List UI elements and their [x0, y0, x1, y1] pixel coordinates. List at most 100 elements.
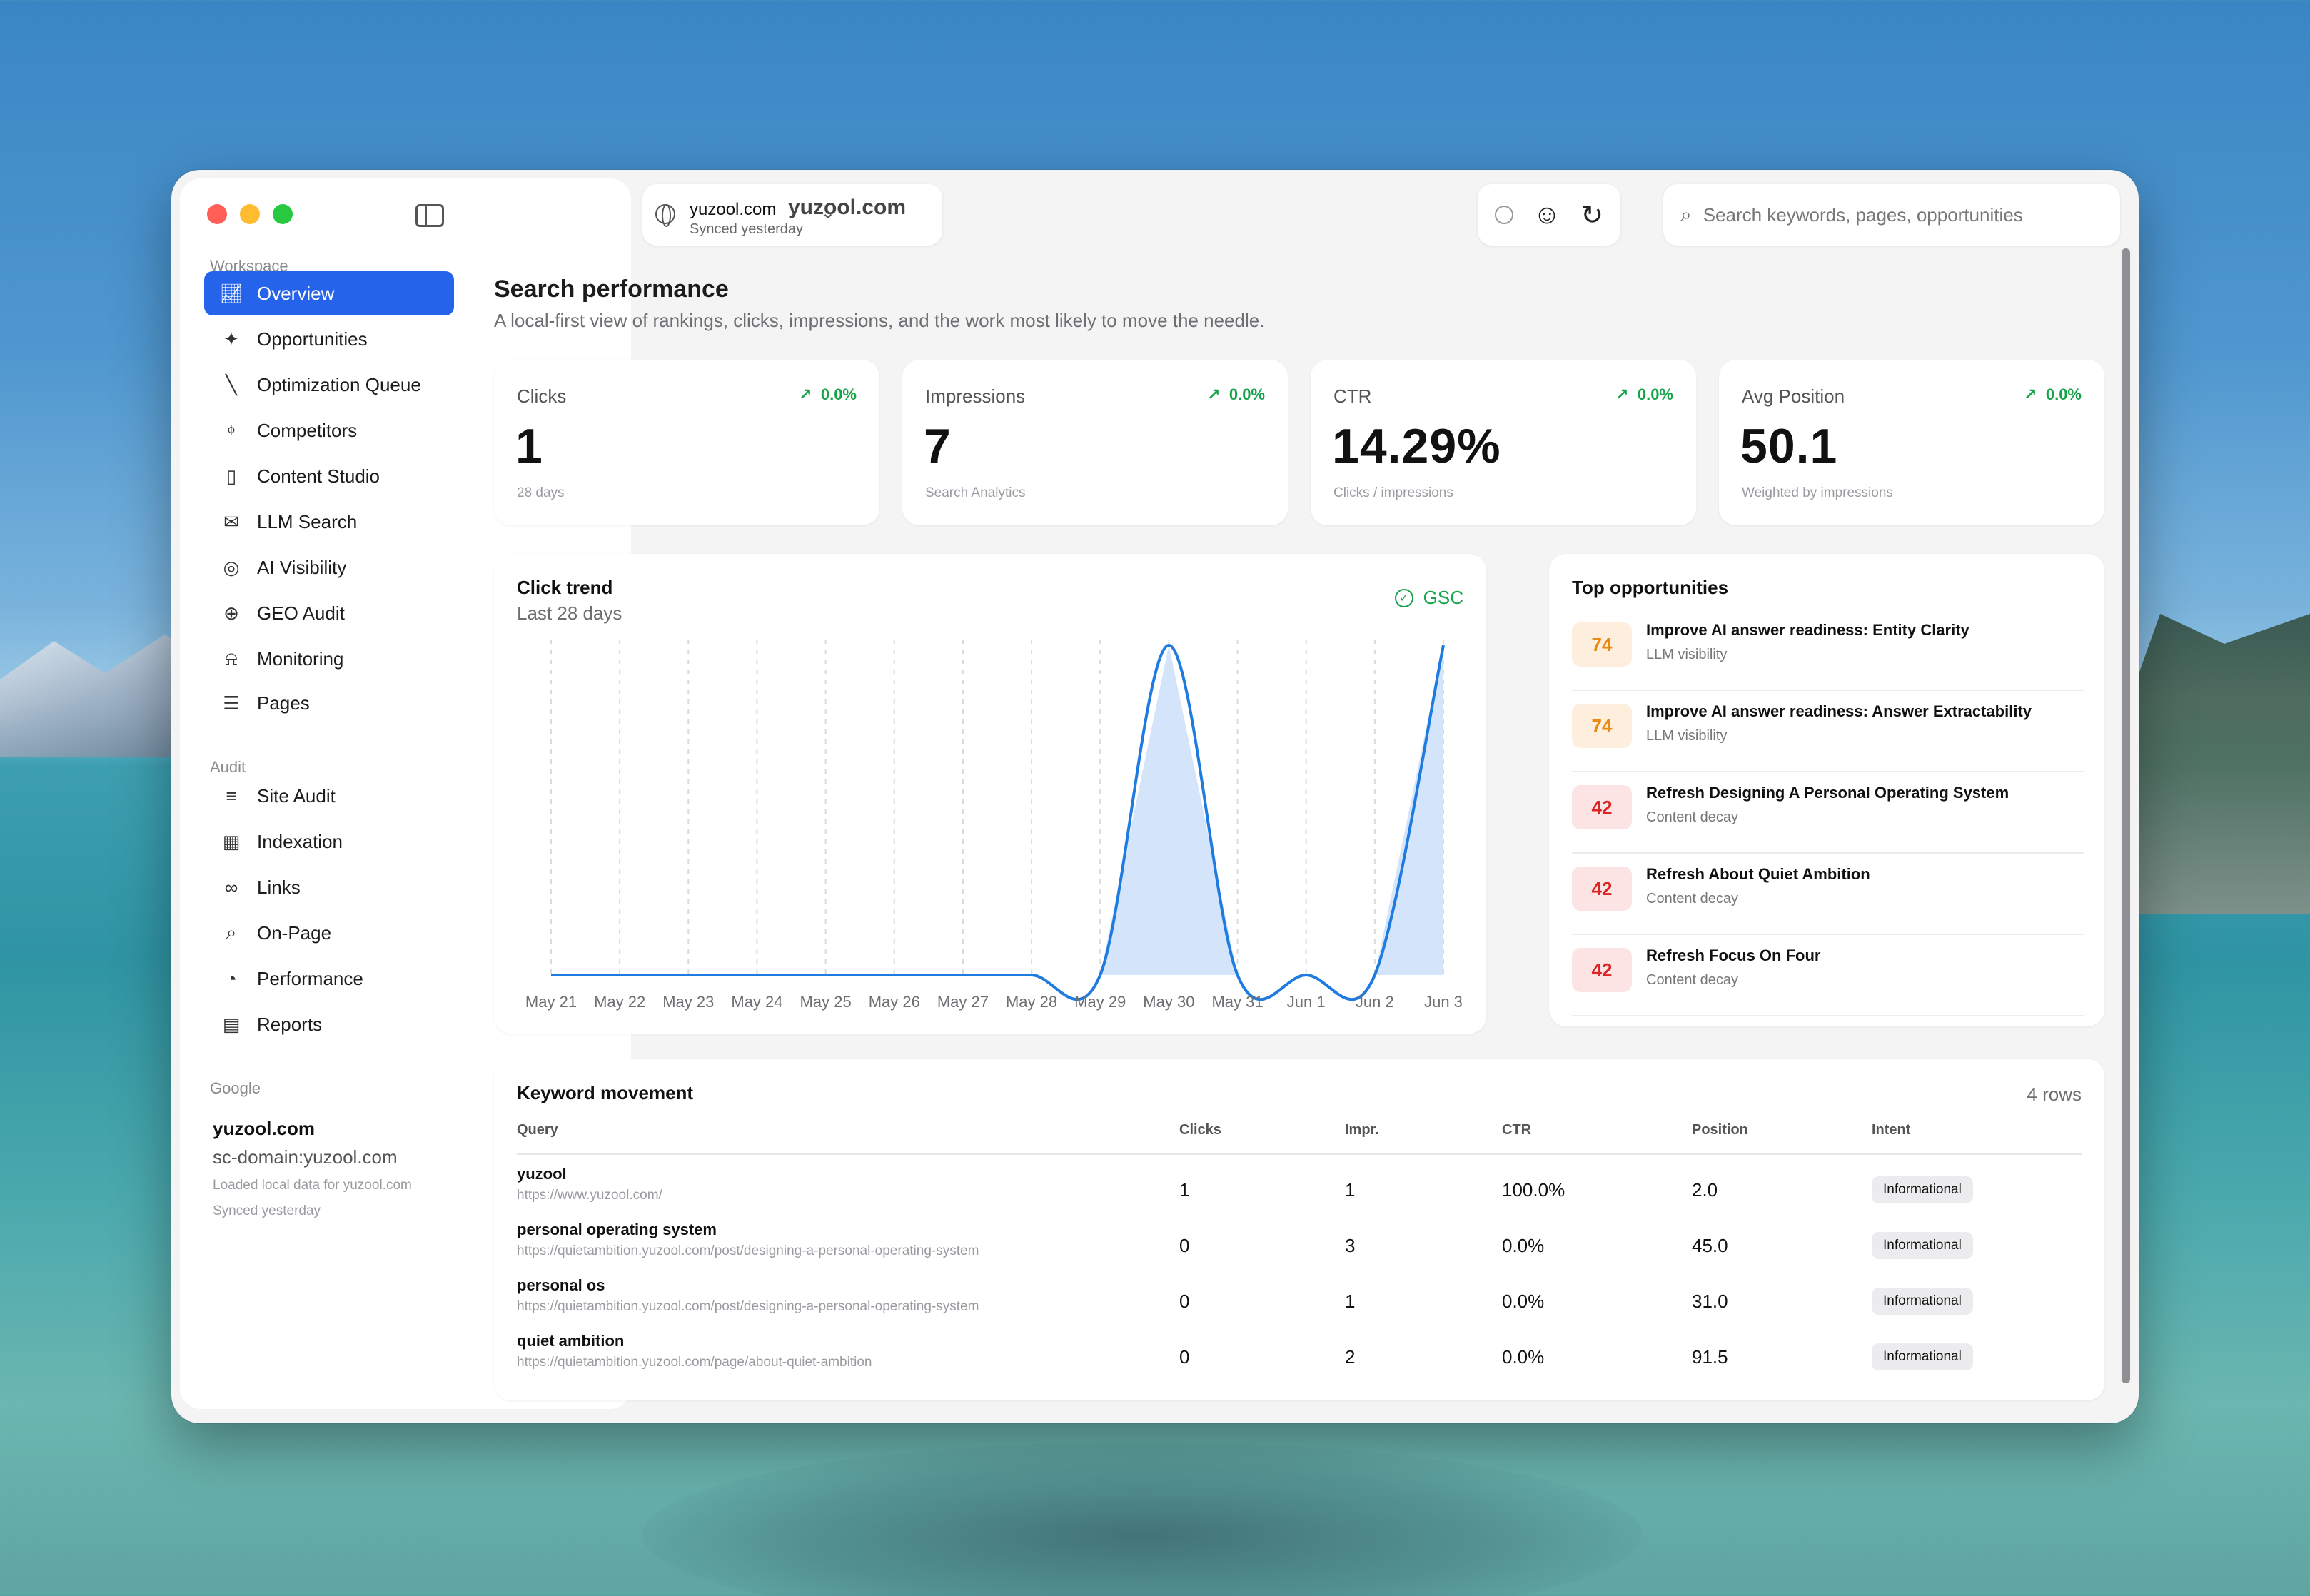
sidebar-item-content-studio[interactable]: ▯ Content Studio — [204, 454, 454, 498]
sidebar-item-llm-search[interactable]: ✉ LLM Search — [204, 500, 454, 544]
opportunity-title: Refresh About Quiet Ambition — [1646, 865, 1870, 883]
chart-tick-label: May 23 — [662, 993, 714, 1011]
ctr-value: 0.0% — [1502, 1291, 1545, 1312]
scrollbar-thumb[interactable] — [2122, 248, 2130, 1383]
sidebar-item-overview[interactable]: 📈︎ Overview — [204, 271, 454, 315]
scrollbar[interactable] — [2120, 248, 2132, 1383]
opportunity-title: Refresh Focus On Four — [1646, 946, 1821, 964]
kpi-note: Clicks / impressions — [1333, 485, 1453, 500]
kpi-value: 1 — [515, 419, 543, 473]
column-header-clicks[interactable]: Clicks — [1179, 1122, 1221, 1138]
opportunity-score: 74 — [1572, 704, 1632, 748]
sidebar-item-label: Reports — [257, 1013, 323, 1035]
chart-tick-label: May 21 — [525, 993, 577, 1011]
kpi-card-avg-position: Avg Position ↗ 0.0% 50.1 Weighted by imp… — [1719, 360, 2104, 525]
sidebar-item-ai-visibility[interactable]: ◎ AI Visibility — [204, 545, 454, 590]
kpi-value: 14.29% — [1332, 419, 1501, 473]
account-switch-icon[interactable]: ☺ — [1533, 200, 1561, 231]
column-header-impr[interactable]: Impr. — [1345, 1122, 1379, 1138]
kpi-card-ctr: CTR ↗ 0.0% 14.29% Clicks / impressions — [1311, 360, 1696, 525]
sidebar-item-indexation[interactable]: ▦ Indexation — [204, 819, 454, 864]
intent-badge: Informational — [1872, 1288, 1973, 1315]
minimize-window-button[interactable] — [240, 204, 260, 224]
sidebar-item-monitoring[interactable]: ⍾ Monitoring — [204, 637, 454, 681]
chart-tick-label: May 27 — [937, 993, 989, 1011]
header-divider — [517, 1153, 2082, 1155]
refresh-icon[interactable]: ↻ — [1580, 199, 1603, 231]
checklist-icon: ≡ — [226, 784, 237, 807]
table-row[interactable]: personal os https://quietambition.yuzool… — [517, 1269, 2082, 1325]
kpi-delta: ↗ 0.0% — [799, 385, 857, 403]
table-row[interactable]: yuzool https://www.yuzool.com/ 1 1 100.0… — [517, 1158, 2082, 1213]
opportunity-row[interactable]: 74 Improve AI answer readiness: Answer E… — [1572, 691, 2084, 772]
opportunity-row[interactable]: 42 Refresh Focus On Four Content decay — [1572, 935, 2084, 1016]
sparkles-icon: ✦ — [223, 328, 239, 350]
clicks-value: 1 — [1179, 1179, 1190, 1201]
map-icon: ▦ — [222, 830, 241, 852]
position-value: 31.0 — [1692, 1291, 1728, 1312]
chart-tick-label: Jun 3 — [1424, 993, 1463, 1011]
sidebar-item-label: Optimization Queue — [257, 373, 421, 395]
position-value: 45.0 — [1692, 1235, 1728, 1256]
column-header-position[interactable]: Position — [1692, 1122, 1748, 1138]
page-title: Search performance — [494, 276, 729, 303]
kpi-label: CTR — [1333, 385, 1372, 407]
sidebar-item-reports[interactable]: ▤ Reports — [204, 1002, 454, 1046]
opportunities-title: Top opportunities — [1572, 577, 1729, 598]
keyword-row-count: 4 rows — [2027, 1084, 2082, 1105]
column-header-intent[interactable]: Intent — [1872, 1122, 1910, 1138]
sidebar-item-competitors[interactable]: ⌖ Competitors — [204, 408, 454, 453]
zoom-window-button[interactable] — [273, 204, 293, 224]
kpi-value: 50.1 — [1740, 419, 1838, 473]
table-row[interactable]: personal operating system https://quieta… — [517, 1213, 2082, 1269]
opportunity-category: Content decay — [1646, 809, 1738, 825]
bell-icon: ⍾ — [225, 647, 238, 669]
impr-value: 1 — [1345, 1179, 1356, 1201]
site-picker-name: yuzool.com — [690, 200, 777, 219]
chart-tick-label: Jun 1 — [1287, 993, 1326, 1011]
sidebar-item-optimization-queue[interactable]: ╲ Optimization Queue — [204, 363, 454, 407]
search-input[interactable] — [1703, 203, 2103, 226]
sidebar-item-pages[interactable]: ☰ Pages — [204, 681, 454, 725]
sidebar-item-site-audit[interactable]: ≡ Site Audit — [204, 774, 454, 818]
sidebar-item-on-page[interactable]: ⌕ On-Page — [204, 911, 454, 955]
opportunity-row[interactable]: 42 Refresh Designing A Personal Operatin… — [1572, 772, 2084, 854]
kpi-delta-value: 0.0% — [820, 385, 857, 403]
clicks-value: 0 — [1179, 1291, 1190, 1312]
intent-badge: Informational — [1872, 1176, 1973, 1203]
sidebar-item-geo-audit[interactable]: ⊕ GEO Audit — [204, 591, 454, 635]
column-header-ctr[interactable]: CTR — [1502, 1122, 1531, 1138]
chart-tick-label: May 31 — [1211, 993, 1263, 1011]
sidebar-item-label: GEO Audit — [257, 602, 345, 624]
sidebar-item-performance[interactable]: ◔ Performance — [204, 956, 454, 1001]
table-row[interactable]: quiet ambition https://quietambition.yuz… — [517, 1325, 2082, 1380]
ctr-value: 0.0% — [1502, 1235, 1545, 1256]
sidebar-item-label: Overview — [257, 282, 335, 304]
sidebar-item-label: AI Visibility — [257, 556, 347, 578]
sidebar-item-label: Performance — [257, 967, 363, 989]
background-rock — [642, 1442, 1642, 1596]
sidebar-item-links[interactable]: ∞ Links — [204, 865, 454, 909]
click-trend-card: May 21 May 22 May 23 May 24 May 25 May 26 May … — [494, 554, 1486, 1034]
close-window-button[interactable] — [207, 204, 227, 224]
sidebar-item-opportunities[interactable]: ✦ Opportunities — [204, 317, 454, 361]
opportunity-category: LLM visibility — [1646, 728, 1728, 744]
opportunity-row[interactable]: 42 Refresh About Quiet Ambition Content … — [1572, 854, 2084, 935]
window-title: yuzool.com — [788, 196, 907, 219]
chart-tick-label: May 30 — [1143, 993, 1194, 1011]
query-url: https://quietambition.yuzool.com/post/de… — [517, 1299, 979, 1314]
link-icon: ∞ — [224, 876, 238, 898]
page-search-icon: ☰ — [223, 692, 240, 714]
opportunity-category: Content decay — [1646, 891, 1738, 906]
sidebar-toggle-icon[interactable] — [415, 204, 444, 227]
sidebar-item-label: Competitors — [257, 419, 358, 441]
gauge-icon: ◔ — [226, 967, 237, 989]
click-trend-title: Click trend — [517, 577, 613, 598]
ctr-value: 100.0% — [1502, 1179, 1565, 1201]
opportunity-row[interactable]: 74 Improve AI answer readiness: Entity C… — [1572, 610, 2084, 691]
google-property: sc-domain:yuzool.com — [213, 1146, 398, 1168]
report-icon: ▤ — [222, 1013, 241, 1035]
opportunity-category: LLM visibility — [1646, 647, 1728, 662]
column-header-query[interactable]: Query — [517, 1122, 558, 1138]
clicks-value: 0 — [1179, 1346, 1190, 1368]
